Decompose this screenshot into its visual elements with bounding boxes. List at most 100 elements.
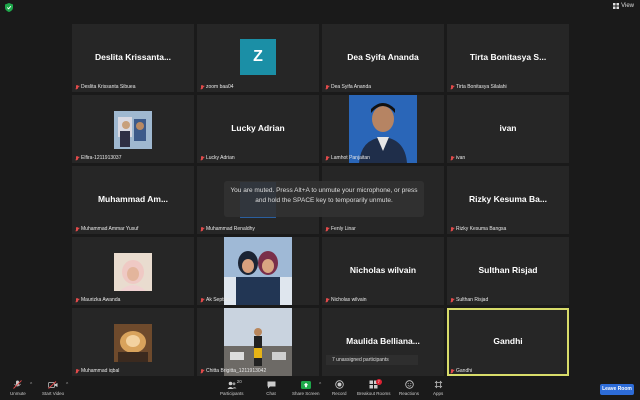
participant-name: Tirta Bonitasya S... <box>469 52 547 62</box>
mic-muted-icon <box>75 368 79 374</box>
muted-notification: You are muted. Press Alt+A to unmute you… <box>224 181 424 217</box>
participant-tile[interactable]: Deslita Krissanta... Deslita Krissanta S… <box>72 24 194 92</box>
participant-tile[interactable]: Sulthan Risjad Sulthan Risjad <box>447 237 569 305</box>
participant-tile[interactable]: Dea Syifa Ananda Dea Syifa Ananda <box>322 24 444 92</box>
video-options-caret[interactable]: ⌃ <box>65 382 69 388</box>
breakout-rooms-icon: 7 <box>369 379 382 389</box>
participant-label-text: Muhammad Renaldhy <box>206 226 255 232</box>
mic-muted-icon <box>450 155 454 161</box>
mic-muted-icon <box>200 155 204 161</box>
participant-label-text: ivan <box>456 155 466 161</box>
chat-button[interactable]: Chat <box>266 380 276 396</box>
smiley-icon <box>404 380 414 389</box>
audio-options-caret[interactable]: ⌃ <box>29 382 33 388</box>
participant-tile[interactable]: Elfira-1211913037 <box>72 95 194 163</box>
participant-tile[interactable]: Lucky Adrian Lucky Adrian <box>197 95 319 163</box>
participant-name: Maulida Belliana... <box>346 336 420 346</box>
participant-label: Rizky Kesuma Bangsa <box>450 226 506 232</box>
participant-tile[interactable]: Z zoom baa04 <box>197 24 319 92</box>
view-button[interactable]: View <box>613 3 634 9</box>
participant-label: Nicholas wilvain <box>325 297 367 303</box>
participant-tile[interactable]: Muhammad Am... Muhammad Ammar Yusuf <box>72 166 194 234</box>
participant-label-text: Chitta Brigitta_1211913042 <box>206 368 267 374</box>
participant-label: Deslita Krissanta Sibuea <box>75 84 135 90</box>
start-video-button[interactable]: Start Video <box>42 380 64 396</box>
participant-label-text: Elfira-1211913037 <box>81 155 122 161</box>
participant-label-text: Dea Syifa Ananda <box>331 84 372 90</box>
participant-label-text: zoom baa04 <box>206 84 234 90</box>
leave-room-button[interactable]: Leave Room <box>600 384 634 395</box>
profile-photo <box>224 308 292 376</box>
profile-photo <box>114 111 152 149</box>
participants-icon: 20 <box>227 379 242 389</box>
participant-tile[interactable]: Maurizka Awanda <box>72 237 194 305</box>
participant-label-text: Fenly Linar <box>331 226 356 232</box>
shield-icon[interactable] <box>5 3 13 12</box>
participant-name: Muhammad Am... <box>97 194 169 204</box>
profile-photo <box>224 237 292 305</box>
chevron-up-icon: ⌃ <box>29 382 34 388</box>
participant-tile[interactable]: Chitta Brigitta_1211913042 <box>197 308 319 376</box>
participant-label: zoom baa04 <box>200 84 234 90</box>
participant-tile[interactable]: ivan ivan <box>447 95 569 163</box>
participant-tile[interactable]: Lamhot Panjaitan <box>322 95 444 163</box>
participant-label-text: Gandhi <box>456 368 473 374</box>
participant-tile[interactable]: Muhammad iqbal <box>72 308 194 376</box>
participant-tile[interactable]: Rizky Kesuma Ba... Rizky Kesuma Bangsa <box>447 166 569 234</box>
unmute-label: Unmute <box>10 391 26 396</box>
profile-photo <box>114 324 152 362</box>
chevron-up-icon: ⌃ <box>65 382 70 388</box>
record-icon <box>334 380 344 389</box>
mic-muted-icon <box>75 226 79 232</box>
mic-muted-icon <box>325 226 329 232</box>
share-options-caret[interactable]: ⌃ <box>318 382 322 388</box>
participant-label-text: Sulthan Risjad <box>456 297 489 303</box>
mic-muted-icon <box>75 297 79 303</box>
participant-label-text: Deslita Krissanta Sibuea <box>81 84 136 90</box>
participants-button[interactable]: 20 Participants <box>220 379 244 396</box>
participant-label: Gandhi <box>450 368 472 374</box>
participant-label: Dea Syifa Ananda <box>325 84 371 90</box>
participants-count: 20 <box>236 379 242 384</box>
participant-tile[interactable]: Maulida Belliana... 7 unassigned partici… <box>322 308 444 376</box>
participant-label-text: Maurizka Awanda <box>81 297 121 303</box>
reactions-button[interactable]: Reactions <box>399 380 419 396</box>
unmute-button[interactable]: Unmute <box>10 380 26 396</box>
mic-muted-icon <box>200 297 204 303</box>
apps-button[interactable]: Apps <box>433 380 443 396</box>
share-screen-icon <box>300 380 311 389</box>
record-button[interactable]: Record <box>332 380 347 396</box>
unassigned-participants-banner[interactable]: 7 unassigned participants <box>326 355 418 365</box>
participant-tile[interactable]: Ak Septiana <box>197 237 319 305</box>
apps-label: Apps <box>433 391 444 396</box>
participant-label-text: Muhammad Ammar Yusuf <box>81 226 139 232</box>
participant-name: Dea Syifa Ananda <box>347 52 419 62</box>
mic-muted-icon <box>450 297 454 303</box>
share-screen-button[interactable]: Share Screen <box>292 380 320 396</box>
participant-label: Lucky Adrian <box>200 155 235 161</box>
participant-label: Fenly Linar <box>325 226 356 232</box>
participant-name: Gandhi <box>493 336 523 346</box>
mic-muted-icon <box>325 155 329 161</box>
participant-label: Sulthan Risjad <box>450 297 488 303</box>
avatar: Z <box>240 39 276 75</box>
participants-label: Participants <box>220 391 244 396</box>
participant-label: Muhammad Renaldhy <box>200 226 255 232</box>
mic-muted-icon <box>450 368 454 374</box>
participant-tile[interactable]: Nicholas wilvain Nicholas wilvain <box>322 237 444 305</box>
mic-muted-icon <box>75 155 79 161</box>
breakout-rooms-button[interactable]: 7 Breakout Rooms <box>357 379 391 396</box>
mic-muted-icon <box>325 297 329 303</box>
participant-name: Deslita Krissanta... <box>94 52 172 62</box>
participant-tile-active-speaker[interactable]: Gandhi Gandhi <box>447 308 569 376</box>
participant-label: Chitta Brigitta_1211913042 <box>200 368 266 374</box>
breakout-rooms-label: Breakout Rooms <box>357 391 391 396</box>
mic-muted-icon <box>200 368 204 374</box>
participant-tile[interactable]: Tirta Bonitasya S... Tirta Bonitasya Sil… <box>447 24 569 92</box>
participant-label-text: Muhammad iqbal <box>81 368 120 374</box>
mic-muted-icon <box>75 84 79 90</box>
reactions-label: Reactions <box>399 391 420 396</box>
profile-photo <box>114 253 152 291</box>
mic-muted-icon <box>13 380 23 389</box>
profile-photo <box>349 95 417 163</box>
